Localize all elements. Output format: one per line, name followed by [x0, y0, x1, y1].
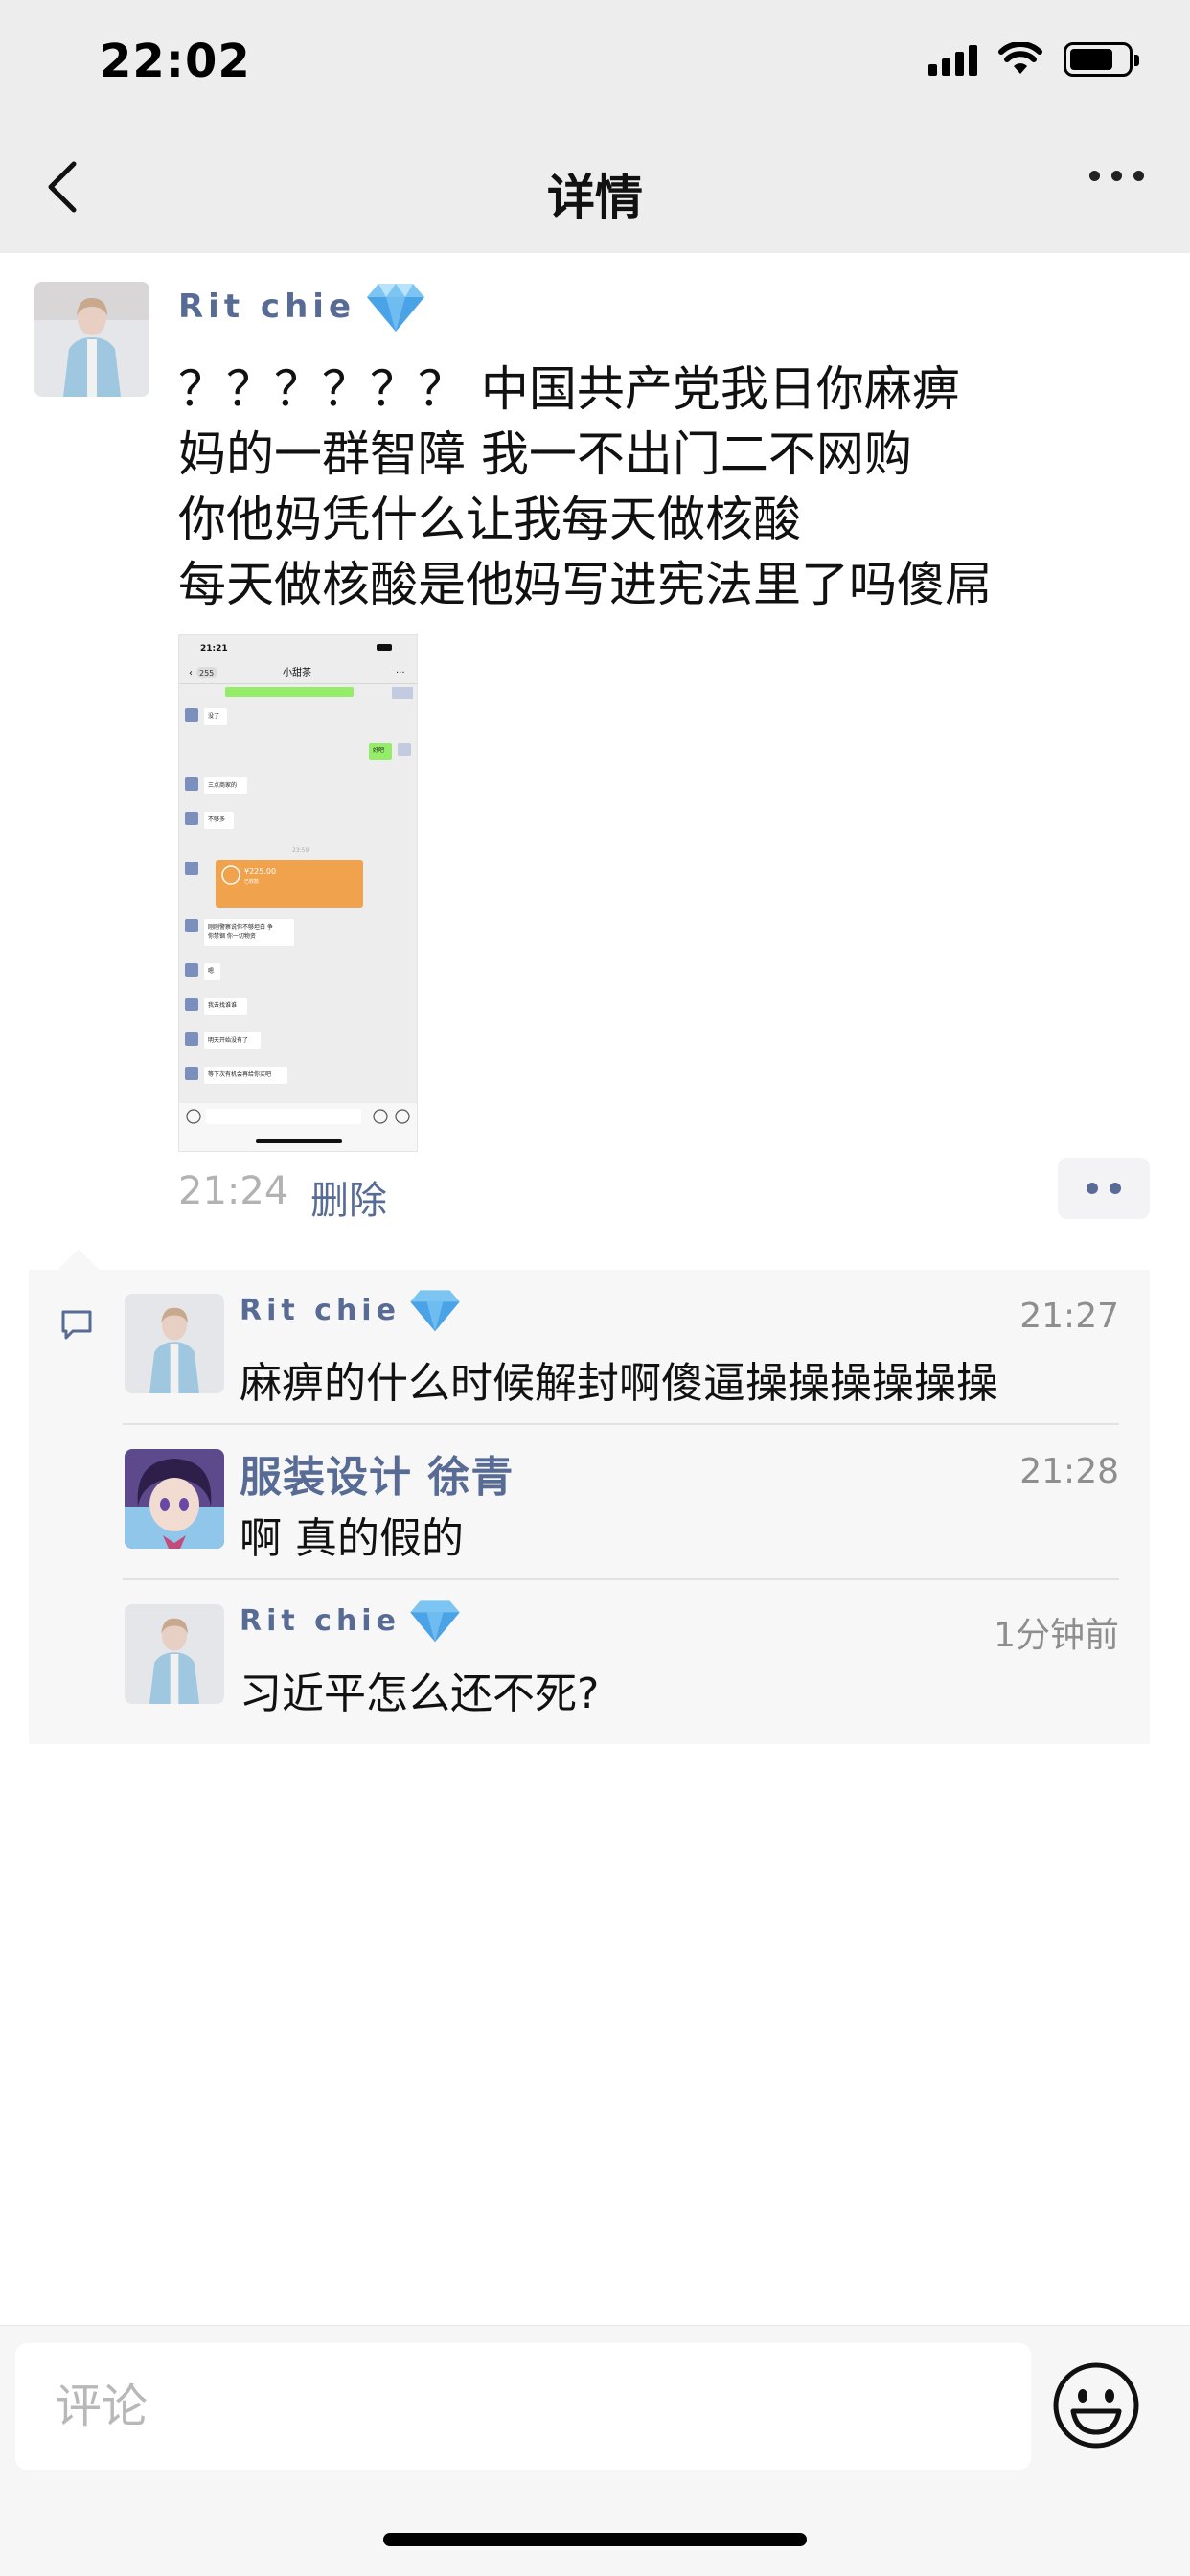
screenshot-status-time: 21:21 [200, 644, 228, 654]
post-text: ？？？？？？ 中国共产党我日你麻痹 妈的一群智障 我一不出门二不网购 你他妈凭什… [178, 356, 1136, 617]
comment-text: 麻痹的什么时候解封啊傻逼操操操操操操 [240, 1359, 998, 1408]
screenshot-timestamp: 23:59 [292, 847, 309, 854]
screenshot-avatar [185, 1032, 198, 1046]
screenshot-avatar [185, 708, 198, 722]
comment-input[interactable] [15, 2343, 1031, 2470]
screenshot-bubble-text: 好吧 [373, 747, 384, 754]
screenshot-avatar [398, 743, 411, 756]
comment-time: 21:28 [1019, 1452, 1119, 1491]
commenter-name[interactable]: Rit chie [240, 1604, 400, 1638]
post-time: 21:24 [178, 1169, 289, 1213]
screenshot-transfer-card [216, 860, 363, 908]
post-text-line: 你他妈凭什么让我每天做核酸 [178, 492, 801, 547]
delete-link[interactable]: 删除 [310, 1169, 387, 1225]
emoji-icon [1053, 2362, 1139, 2449]
screenshot-avatar [185, 812, 198, 825]
more-options-button[interactable] [1089, 171, 1144, 181]
screenshot-avatar [185, 963, 198, 977]
comment-item[interactable]: 服装设计 徐青 21:28 啊 真的假的 [123, 1425, 1119, 1580]
comment-item[interactable]: Rit chie 1分钟前 习近平怎么还不死? [123, 1580, 1119, 1736]
screenshot-transfer-status: 已收款 [244, 878, 259, 885]
post-text-line: 每天做核酸是他妈写进宪法里了吗傻屌 [178, 557, 993, 612]
commenter-name[interactable]: Rit chie [240, 1294, 400, 1327]
screenshot-back-badge: 255 [199, 669, 214, 678]
screenshot-avatar [185, 1067, 198, 1080]
comment-time: 21:27 [1019, 1297, 1119, 1336]
page-title: 详情 [547, 170, 643, 225]
screenshot-avatar [185, 919, 198, 932]
screenshot-bubble-text: 刚刚警察说你不够坦白 争 [208, 923, 273, 931]
screenshot-transfer-amount: ¥225.00 [244, 867, 276, 876]
screenshot-avatar [185, 777, 198, 791]
wifi-icon [998, 42, 1042, 74]
post-text-line: 妈的一群智障 我一不出门二不网购 [178, 426, 912, 482]
commenter-avatar[interactable] [125, 1294, 224, 1393]
post-author-row: Rit chie [178, 280, 426, 334]
post-text-line: ？？？？？？ 中国共产党我日你麻痹 [178, 361, 960, 417]
status-time: 22:02 [100, 34, 251, 88]
signal-icon [928, 43, 977, 76]
battery-icon [1064, 42, 1139, 77]
comment-head: 服装设计 徐青 [240, 1442, 514, 1504]
diamond-icon [367, 284, 424, 332]
status-icons [928, 42, 1139, 77]
post-author-avatar[interactable] [34, 282, 149, 397]
post-image[interactable]: 21:21 ‹ 255 小甜茶 ··· 没了好吧三点商家的不够多 23:59 ¥22… [178, 634, 418, 1152]
svg-text:‹: ‹ [189, 668, 193, 678]
diamond-icon [410, 1600, 460, 1643]
diamond-icon [410, 1290, 460, 1332]
screenshot-chat-title: 小甜茶 [283, 666, 311, 678]
comment-text: 习近平怎么还不死? [240, 1669, 600, 1718]
screenshot-bubble-text: 没了 [208, 712, 219, 720]
comment-item[interactable]: Rit chie 21:27 麻痹的什么时候解封啊傻逼操操操操操操 [123, 1270, 1119, 1425]
top-bar: 22:02 详情 [0, 0, 1190, 253]
screenshot-bubble-text: 等下次有机会再给你买吧 [208, 1070, 271, 1078]
comment-head: Rit chie [240, 1598, 462, 1644]
comments-section: Rit chie 21:27 麻痹的什么时候解封啊傻逼操操操操操操 服装设计 徐… [29, 1249, 1150, 1744]
screenshot-bubble-text: 不够多 [208, 816, 225, 823]
commenter-name[interactable]: 服装设计 徐青 [240, 1442, 514, 1504]
screenshot-bubble-text: 你禁锢 你一切物资 [208, 932, 256, 940]
like-comment-button[interactable] [1058, 1158, 1150, 1219]
home-indicator [383, 2533, 807, 2546]
comment-time: 1分钟前 [994, 1616, 1119, 1655]
commenter-avatar[interactable] [125, 1449, 224, 1549]
comment-icon [61, 1310, 92, 1340]
post-author-name[interactable]: Rit chie [178, 288, 355, 326]
svg-text:···: ··· [396, 668, 405, 678]
comment-text: 啊 真的假的 [240, 1514, 464, 1563]
screenshot-avatar [185, 862, 198, 875]
screenshot-avatar [185, 998, 198, 1011]
screenshot-bubble-text: 三点商家的 [208, 781, 237, 789]
screenshot-bubble-text: 明天开始没有了 [208, 1036, 248, 1044]
screenshot-bubble-text: 嗯 [208, 968, 214, 975]
screenshot-bubble-text: 我去找谁谁 [208, 1001, 237, 1009]
emoji-button[interactable] [1050, 2359, 1142, 2451]
comment-head: Rit chie [240, 1287, 462, 1333]
commenter-avatar[interactable] [125, 1604, 224, 1704]
